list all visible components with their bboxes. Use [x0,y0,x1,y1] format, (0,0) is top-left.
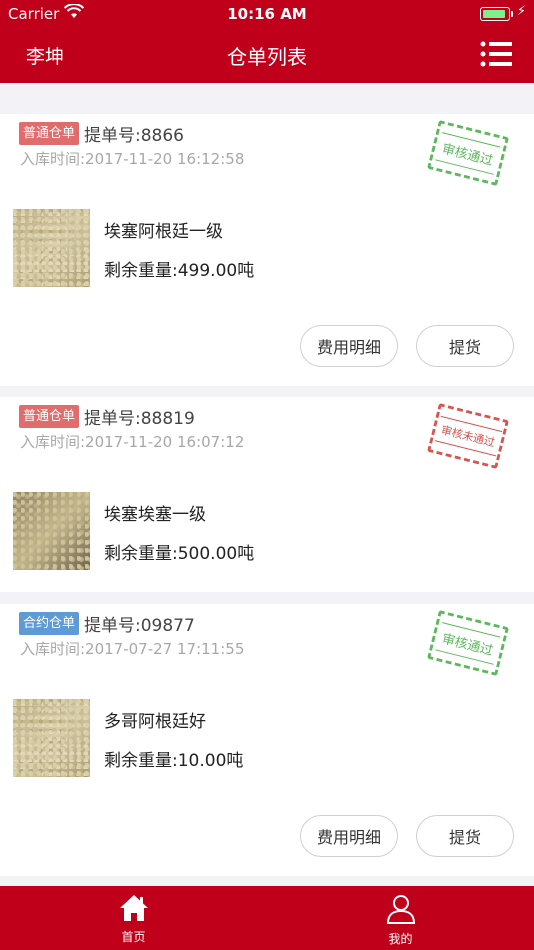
tab-bar: 首页 我的 [0,886,534,950]
tab-mine[interactable]: 我的 [267,886,534,950]
order-list[interactable]: 普通仓单 提单号:8866 入库时间:2017-11-20 16:12:58 审… [0,83,534,886]
order-type-tag: 普通仓单 [19,122,80,145]
stamp-text: 审核未通过 [434,415,502,457]
home-icon [119,894,149,926]
product-thumbnail[interactable] [13,699,90,777]
bill-number: 提单号:09877 [84,616,195,636]
fee-detail-button[interactable]: 费用明细 [300,325,398,367]
approval-stamp: 审核通过 [427,120,509,186]
fee-detail-button[interactable]: 费用明细 [300,815,398,857]
list-menu-icon[interactable] [480,40,512,68]
tab-home-label: 首页 [121,930,146,944]
status-time: 10:16 AM [227,5,307,23]
product-thumbnail[interactable] [13,209,90,287]
product-thumbnail[interactable] [13,492,90,570]
battery-icon [480,7,513,21]
status-bar: Carrier 10:16 AM ⚡ [0,0,534,28]
order-type-tag: 普通仓单 [19,405,80,428]
product-name: 埃塞埃塞一级 [104,505,206,525]
page-title: 仓单列表 [227,45,307,69]
pickup-button[interactable]: 提货 [416,325,514,367]
tab-mine-label: 我的 [388,932,413,946]
order-card[interactable]: 普通仓单 提单号:88819 入库时间:2017-11-20 16:07:12 … [0,397,534,592]
tab-home[interactable]: 首页 [0,886,267,950]
bill-number: 提单号:88819 [84,409,195,429]
product-name: 埃塞阿根廷一级 [104,222,223,242]
pickup-button[interactable]: 提货 [416,815,514,857]
remaining-weight: 剩余重量:499.00吨 [104,261,255,281]
stamp-text: 审核通过 [435,621,501,665]
order-card[interactable]: 普通仓单 提单号:8866 入库时间:2017-11-20 16:12:58 审… [0,114,534,386]
product-name: 多哥阿根廷好 [104,712,206,732]
remaining-weight: 剩余重量:500.00吨 [104,544,255,564]
nav-bar: 李坤 仓单列表 [0,28,534,83]
approval-stamp: 审核通过 [427,610,509,676]
order-type-tag: 合约仓单 [19,612,80,635]
in-time: 入库时间:2017-11-20 16:07:12 [20,433,245,451]
remaining-weight: 剩余重量:10.00吨 [104,751,244,771]
rejection-stamp: 审核未通过 [427,403,509,469]
stamp-text: 审核通过 [435,131,501,175]
in-time: 入库时间:2017-07-27 17:11:55 [20,640,245,658]
in-time: 入库时间:2017-11-20 16:12:58 [20,150,245,168]
user-icon [386,894,416,928]
charging-icon: ⚡ [516,4,526,19]
order-card[interactable]: 合约仓单 提单号:09877 入库时间:2017-07-27 17:11:55 … [0,604,534,876]
bill-number: 提单号:8866 [84,126,184,146]
